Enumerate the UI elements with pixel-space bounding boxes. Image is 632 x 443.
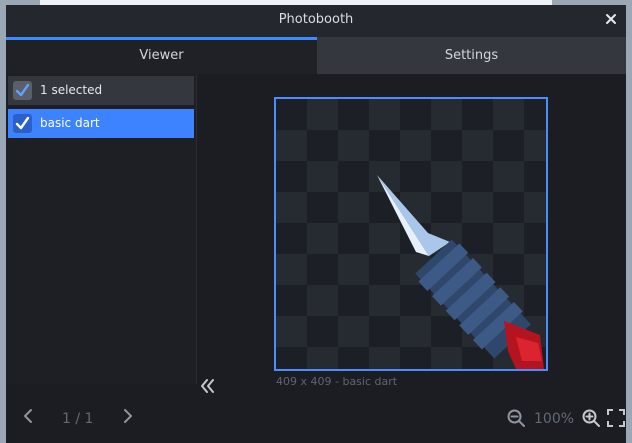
chevron-left-icon[interactable]: [21, 408, 37, 424]
title-bar: Photobooth: [6, 5, 626, 37]
window-title: Photobooth: [278, 12, 354, 27]
check-icon[interactable]: [13, 81, 32, 100]
selection-count-label: 1 selected: [40, 83, 103, 97]
chevron-right-icon[interactable]: [119, 408, 135, 424]
fullscreen-icon[interactable]: [606, 408, 626, 428]
double-chevron-left-icon[interactable]: [198, 377, 218, 395]
zoom-in-icon[interactable]: [581, 408, 601, 428]
bottom-toolbar: 1 / 1 100%: [6, 397, 626, 443]
list-item[interactable]: basic dart: [8, 109, 194, 138]
zoom-level: 100%: [534, 411, 575, 427]
tab-viewer[interactable]: Viewer: [6, 37, 317, 74]
close-icon[interactable]: [604, 12, 618, 26]
photobooth-window: Photobooth Viewer Settings 1 selected ba…: [6, 5, 626, 443]
tab-settings[interactable]: Settings: [317, 37, 626, 74]
select-all-row[interactable]: 1 selected: [8, 76, 194, 105]
preview-image: [274, 97, 548, 371]
tab-bar: Viewer Settings: [6, 37, 626, 74]
preview-caption: 409 x 409 - basic dart: [276, 375, 398, 388]
check-icon[interactable]: [13, 114, 32, 133]
asset-list: 1 selected basic dart: [6, 74, 197, 384]
page-indicator: 1 / 1: [62, 411, 94, 427]
zoom-out-icon[interactable]: [506, 408, 526, 428]
list-item-label: basic dart: [40, 116, 100, 130]
dart-render: [377, 175, 544, 369]
